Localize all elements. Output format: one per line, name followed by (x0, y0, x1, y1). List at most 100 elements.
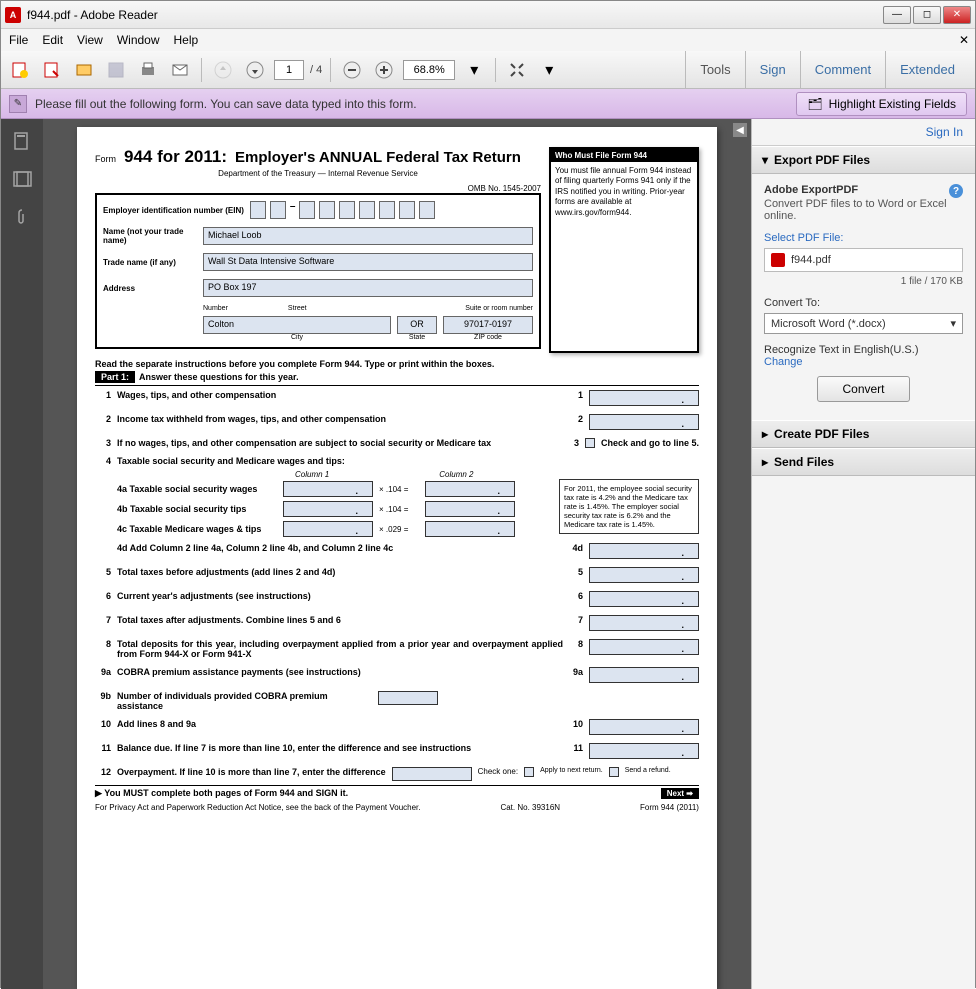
taxpayer-box: Employer identification number (EIN) – (95, 193, 541, 349)
line4b-col1[interactable] (283, 501, 373, 517)
menu-window[interactable]: Window (117, 33, 160, 47)
ein-digit[interactable] (339, 201, 355, 219)
line7-amount[interactable] (589, 615, 699, 631)
zoom-dropdown-icon[interactable]: ▾ (461, 57, 487, 83)
line6-amount[interactable] (589, 591, 699, 607)
menu-file[interactable]: File (9, 33, 28, 47)
convert-format-select[interactable]: Microsoft Word (*.docx)▾ (764, 313, 963, 334)
attachments-icon[interactable] (12, 207, 32, 227)
document-viewport[interactable]: ◀ Form 944 for 2011: Employer's ANNUAL F… (43, 119, 751, 989)
print-icon[interactable] (135, 57, 161, 83)
sign-button[interactable]: Sign (745, 51, 800, 88)
city-field[interactable]: Colton (203, 316, 391, 334)
page-up-icon[interactable] (210, 57, 236, 83)
ein-digit[interactable] (299, 201, 315, 219)
selected-file-box[interactable]: f944.pdf (764, 248, 963, 272)
read-mode-dropdown-icon[interactable]: ▾ (536, 57, 562, 83)
menu-help[interactable]: Help (174, 33, 199, 47)
select-file-label[interactable]: Select PDF File: (764, 232, 963, 244)
line4b-col2[interactable] (425, 501, 515, 517)
maximize-button[interactable]: ◻ (913, 6, 941, 24)
line1-amount[interactable] (589, 390, 699, 406)
line12-amount[interactable] (392, 767, 472, 781)
info-icon[interactable]: ? (949, 184, 963, 198)
ein-digit[interactable] (270, 201, 286, 219)
next-button[interactable]: Next ➡ (661, 788, 699, 799)
ein-digit[interactable] (319, 201, 335, 219)
zip-sublabel: ZIP code (443, 334, 533, 341)
create-pdf-icon[interactable] (39, 57, 65, 83)
line9b-count[interactable] (378, 691, 438, 705)
line12-apply-checkbox[interactable] (524, 767, 534, 777)
page-total: / 4 (310, 64, 322, 76)
save-icon[interactable] (103, 57, 129, 83)
highlight-fields-button[interactable]: 🗂 Highlight Existing Fields (796, 92, 967, 116)
close-button[interactable]: ✕ (943, 6, 971, 24)
thumbnails-icon[interactable] (12, 131, 32, 151)
ein-digit[interactable] (359, 201, 375, 219)
menu-view[interactable]: View (77, 33, 103, 47)
create-pdf-header[interactable]: ▸ Create PDF Files (752, 420, 975, 448)
street-field[interactable]: PO Box 197 (203, 279, 533, 297)
state-field[interactable]: OR (397, 316, 437, 334)
ein-digit[interactable] (419, 201, 435, 219)
zoom-input[interactable] (403, 60, 455, 80)
fit-icon[interactable] (504, 57, 530, 83)
chevron-down-icon: ▾ (950, 317, 956, 330)
zoom-out-icon[interactable] (339, 57, 365, 83)
open-icon[interactable] (71, 57, 97, 83)
pdf-page: Form 944 for 2011: Employer's ANNUAL Fed… (77, 127, 717, 989)
comment-button[interactable]: Comment (800, 51, 885, 88)
line9a-amount[interactable] (589, 667, 699, 683)
line4a-col2[interactable] (425, 481, 515, 497)
extended-button[interactable]: Extended (885, 51, 969, 88)
line4a-col1[interactable] (283, 481, 373, 497)
dept-text: Department of the Treasury — Internal Re… (95, 169, 541, 178)
ein-digit[interactable] (250, 201, 266, 219)
left-nav-rail (1, 119, 43, 989)
export-hdr-label: Export PDF Files (774, 153, 870, 167)
who-must-file-box: Who Must File Form 944 You must file ann… (549, 147, 699, 353)
menu-edit[interactable]: Edit (42, 33, 63, 47)
bookmarks-icon[interactable] (12, 169, 32, 189)
form-notice-bar: ✎ Please fill out the following form. Yo… (1, 89, 975, 119)
line4d-amount[interactable] (589, 543, 699, 559)
line8-label: Total deposits for this year, including … (117, 639, 563, 659)
change-link[interactable]: Change (764, 356, 963, 368)
file-meta: 1 file / 170 KB (764, 276, 963, 287)
tools-button[interactable]: Tools (685, 51, 744, 88)
name-field[interactable]: Michael Loob (203, 227, 533, 245)
minimize-button[interactable]: — (883, 6, 911, 24)
line12-refund-checkbox[interactable] (609, 767, 619, 777)
zip-field[interactable]: 97017-0197 (443, 316, 533, 334)
line5-label: Total taxes before adjustments (add line… (117, 567, 563, 577)
page-down-icon[interactable] (242, 57, 268, 83)
line4a-rate: × .104 = (379, 485, 419, 494)
ein-label: Employer identification number (EIN) (103, 206, 244, 215)
email-icon[interactable] (167, 57, 193, 83)
line3-checkbox[interactable] (585, 438, 595, 448)
export-pdf-icon[interactable] (7, 57, 33, 83)
number-sublabel: Number (203, 305, 228, 312)
page-number-input[interactable] (274, 60, 304, 80)
highlight-label: Highlight Existing Fields (829, 97, 956, 111)
collapse-panel-icon[interactable]: ◀ (733, 123, 747, 137)
ein-digit[interactable] (379, 201, 395, 219)
line2-amount[interactable] (589, 414, 699, 430)
must-complete-text: ▶ You MUST complete both pages of Form 9… (95, 788, 348, 798)
trade-field[interactable]: Wall St Data Intensive Software (203, 253, 533, 271)
zoom-in-icon[interactable] (371, 57, 397, 83)
line8-amount[interactable] (589, 639, 699, 655)
line5-amount[interactable] (589, 567, 699, 583)
ein-digit[interactable] (399, 201, 415, 219)
line3-check-text: Check and go to line 5. (601, 438, 699, 448)
send-files-header[interactable]: ▸ Send Files (752, 448, 975, 476)
signin-link[interactable]: Sign In (752, 119, 975, 146)
line10-amount[interactable] (589, 719, 699, 735)
menu-close-icon[interactable]: ✕ (959, 33, 969, 47)
line4c-col1[interactable] (283, 521, 373, 537)
line4c-col2[interactable] (425, 521, 515, 537)
export-pdf-header[interactable]: ▾ Export PDF Files (752, 146, 975, 174)
convert-button[interactable]: Convert (817, 376, 909, 402)
line11-amount[interactable] (589, 743, 699, 759)
